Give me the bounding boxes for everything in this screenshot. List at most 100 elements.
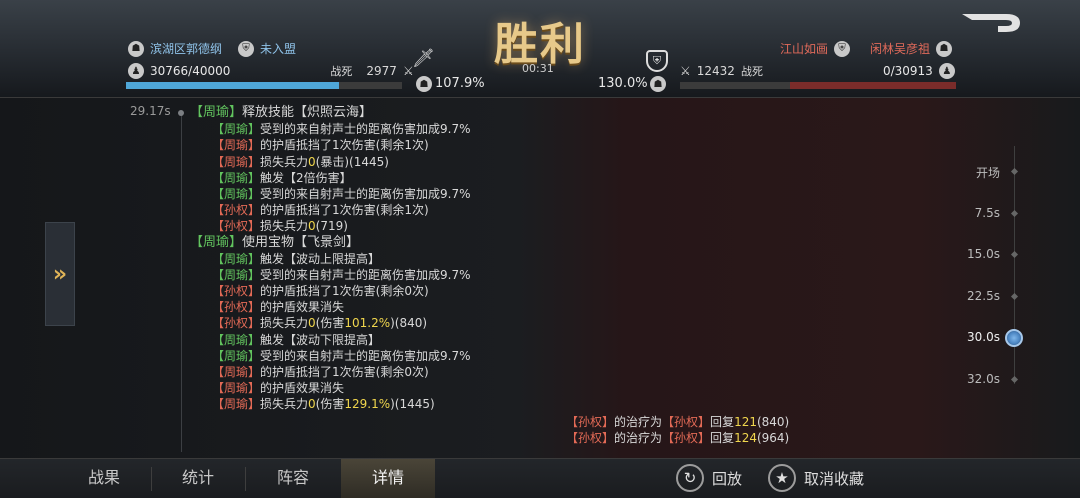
timeline-knob[interactable] bbox=[1005, 329, 1023, 347]
left-troops-row: ♟ 30766/40000 战死 2977 ⚔ bbox=[128, 63, 414, 79]
left-player-name[interactable]: 滨湖区郭德纲 bbox=[150, 40, 222, 57]
log-text: 触发【波动下限提高】 bbox=[260, 332, 381, 347]
log-text: 损失兵力 bbox=[260, 397, 309, 412]
timeline-mark-label[interactable]: 开场 bbox=[976, 164, 1000, 181]
log-entry: 【周瑜】触发【波动上限提高】 bbox=[190, 251, 471, 267]
log-text: 受到的来自射声士的距离伤害加成9.7% bbox=[260, 122, 471, 137]
log-text: 回复 bbox=[710, 431, 735, 446]
log-text: 损失兵力 bbox=[260, 316, 309, 331]
tab-details[interactable]: 详情 bbox=[341, 459, 435, 498]
log-text: (719) bbox=[315, 219, 348, 234]
sword-icon: 🗡 bbox=[412, 48, 435, 69]
log-timestamp: 29.17s bbox=[130, 104, 171, 118]
log-unit-name: 【周瑜】 bbox=[212, 397, 261, 412]
battle-log-panel[interactable] bbox=[0, 98, 1080, 458]
timeline-mark-label[interactable]: 7.5s bbox=[975, 206, 1000, 220]
log-entry: 【周瑜】的护盾抵挡了1次伤害(剩余0次) bbox=[190, 364, 471, 380]
log-number: 0 bbox=[308, 397, 316, 412]
tab-statistics[interactable]: 统计 bbox=[150, 459, 246, 498]
unfavorite-button[interactable]: ★ 取消收藏 bbox=[768, 464, 864, 492]
log-timeline-line bbox=[181, 112, 182, 452]
left-percent: 107.9% bbox=[435, 76, 485, 91]
log-entry: 【孙权】的护盾抵挡了1次伤害(剩余1次) bbox=[190, 202, 471, 218]
battle-log-list: 【周瑜】释放技能【炽照云海】 【周瑜】受到的来自射声士的距离伤害加成9.7% 【周瑜… bbox=[190, 105, 471, 413]
log-unit-name: 【周瑜】 bbox=[212, 381, 261, 396]
log-timestamp-dot bbox=[178, 110, 184, 116]
left-kill-label: 战死 bbox=[330, 65, 353, 78]
unfavorite-label: 取消收藏 bbox=[804, 469, 865, 488]
log-number: 129.1% bbox=[344, 397, 391, 412]
log-entry: 【周瑜】损失兵力0(伤害129.1%)(1445) bbox=[190, 396, 471, 412]
log-unit-name: 【孙权】 bbox=[566, 431, 615, 446]
right-percent: 130.0% bbox=[598, 76, 648, 91]
log-text: (伤害 bbox=[315, 397, 345, 412]
log-text: 的治疗为 bbox=[614, 415, 663, 429]
log-entry: 【周瑜】触发【2倍伤害】 bbox=[190, 170, 471, 186]
log-unit-name: 【周瑜】 bbox=[212, 267, 261, 282]
general-avatar-icon: ☗ bbox=[128, 40, 144, 57]
heal-log-entry: 【孙权】的治疗为【孙权】回复124(964) bbox=[566, 430, 789, 446]
log-unit-name: 【孙权】 bbox=[212, 203, 261, 218]
right-bonus-icon: ☗ bbox=[650, 76, 666, 92]
expand-panel-button[interactable]: » bbox=[45, 222, 75, 326]
log-unit-name: 【孙权】 bbox=[212, 300, 261, 315]
log-unit-name: 【孙权】 bbox=[662, 415, 711, 429]
log-text: (暴击)(1445) bbox=[315, 154, 389, 169]
log-text: )(1445) bbox=[390, 397, 435, 412]
battle-header: 胜利 ☗ 滨湖区郭德纲 ⛨ 未入盟 ♟ 30766/40000 战死 2977 … bbox=[0, 0, 1080, 98]
replay-button[interactable]: ↻ 回放 bbox=[676, 464, 742, 492]
log-text: 的护盾效果消失 bbox=[260, 300, 345, 315]
log-number: 124 bbox=[734, 431, 757, 446]
right-troops-row: ⚔ 12432 战死 0/30913 ♟ bbox=[680, 63, 955, 79]
log-text: 的护盾抵挡了1次伤害(剩余1次) bbox=[260, 203, 429, 218]
left-kill-value: 2977 bbox=[366, 64, 397, 78]
star-icon: ★ bbox=[768, 464, 796, 492]
log-text: 受到的来自射声士的距离伤害加成9.7% bbox=[260, 267, 471, 282]
log-text: 回复 bbox=[710, 415, 735, 429]
log-entry: 【周瑜】受到的来自射声士的距离伤害加成9.7% bbox=[190, 348, 471, 364]
left-troops: 30766/40000 bbox=[150, 64, 231, 78]
double-chevron-right-icon: » bbox=[52, 261, 68, 287]
left-hp-fill bbox=[126, 82, 339, 89]
timeline-mark-label[interactable]: 22.5s bbox=[967, 289, 1000, 303]
replay-label: 回放 bbox=[712, 469, 743, 488]
tab-result[interactable]: 战果 bbox=[56, 459, 152, 498]
timeline-mark-label[interactable]: 30.0s bbox=[967, 330, 1000, 344]
log-entry: 【周瑜】使用宝物【飞景剑】 bbox=[190, 235, 471, 251]
log-number: 121 bbox=[734, 415, 757, 429]
log-text: 的治疗为 bbox=[614, 431, 663, 446]
timeline-mark-label[interactable]: 15.0s bbox=[967, 247, 1000, 261]
shield-icon: ⛨ bbox=[646, 50, 668, 72]
alliance-icon: ⛨ bbox=[238, 40, 255, 57]
log-unit-name: 【周瑜】 bbox=[212, 138, 261, 153]
log-entry: 【孙权】损失兵力0(伤害101.2%)(840) bbox=[190, 315, 471, 331]
general-avatar-icon: ☗ bbox=[936, 40, 953, 57]
troops-icon: ♟ bbox=[938, 63, 955, 79]
tab-lineup[interactable]: 阵容 bbox=[245, 459, 341, 498]
back-arrow-icon[interactable] bbox=[958, 10, 1024, 36]
right-kill-value: 12432 bbox=[696, 64, 735, 78]
log-unit-name: 【孙权】 bbox=[212, 284, 261, 299]
replay-icon: ↻ bbox=[676, 464, 704, 492]
log-text: )(840) bbox=[390, 316, 428, 331]
log-text: 的护盾抵挡了1次伤害(剩余1次) bbox=[260, 138, 429, 153]
log-text: (伤害 bbox=[315, 316, 345, 331]
log-unit-name: 【周瑜】 bbox=[212, 186, 261, 201]
timeline-mark-label[interactable]: 32.0s bbox=[967, 372, 1000, 386]
right-alliance: 江山如画 bbox=[780, 42, 829, 56]
log-unit-name: 【周瑜】 bbox=[212, 365, 261, 379]
alliance-icon: ⛨ bbox=[834, 40, 851, 57]
log-number: 0 bbox=[308, 154, 316, 169]
log-number: 101.2% bbox=[344, 316, 391, 331]
timeline-track[interactable] bbox=[1014, 146, 1015, 384]
victory-title: 胜利 bbox=[494, 19, 586, 70]
right-hp-lost bbox=[790, 82, 956, 89]
bottom-bar: 战果 统计 阵容 详情 ↻ 回放 ★ 取消收藏 bbox=[0, 458, 1080, 498]
right-player-name[interactable]: 闲林吴彦祖 bbox=[870, 40, 930, 57]
log-text: 受到的来自射声士的距离伤害加成9.7% bbox=[260, 186, 471, 201]
log-text: (964) bbox=[756, 431, 790, 446]
log-entry: 【周瑜】受到的来自射声士的距离伤害加成9.7% bbox=[190, 121, 471, 137]
right-player-row: 江山如画 ⛨ 闲林吴彦祖 ☗ bbox=[780, 40, 953, 57]
log-text: 损失兵力 bbox=[260, 219, 309, 234]
log-unit-name: 【周瑜】 bbox=[212, 154, 261, 169]
